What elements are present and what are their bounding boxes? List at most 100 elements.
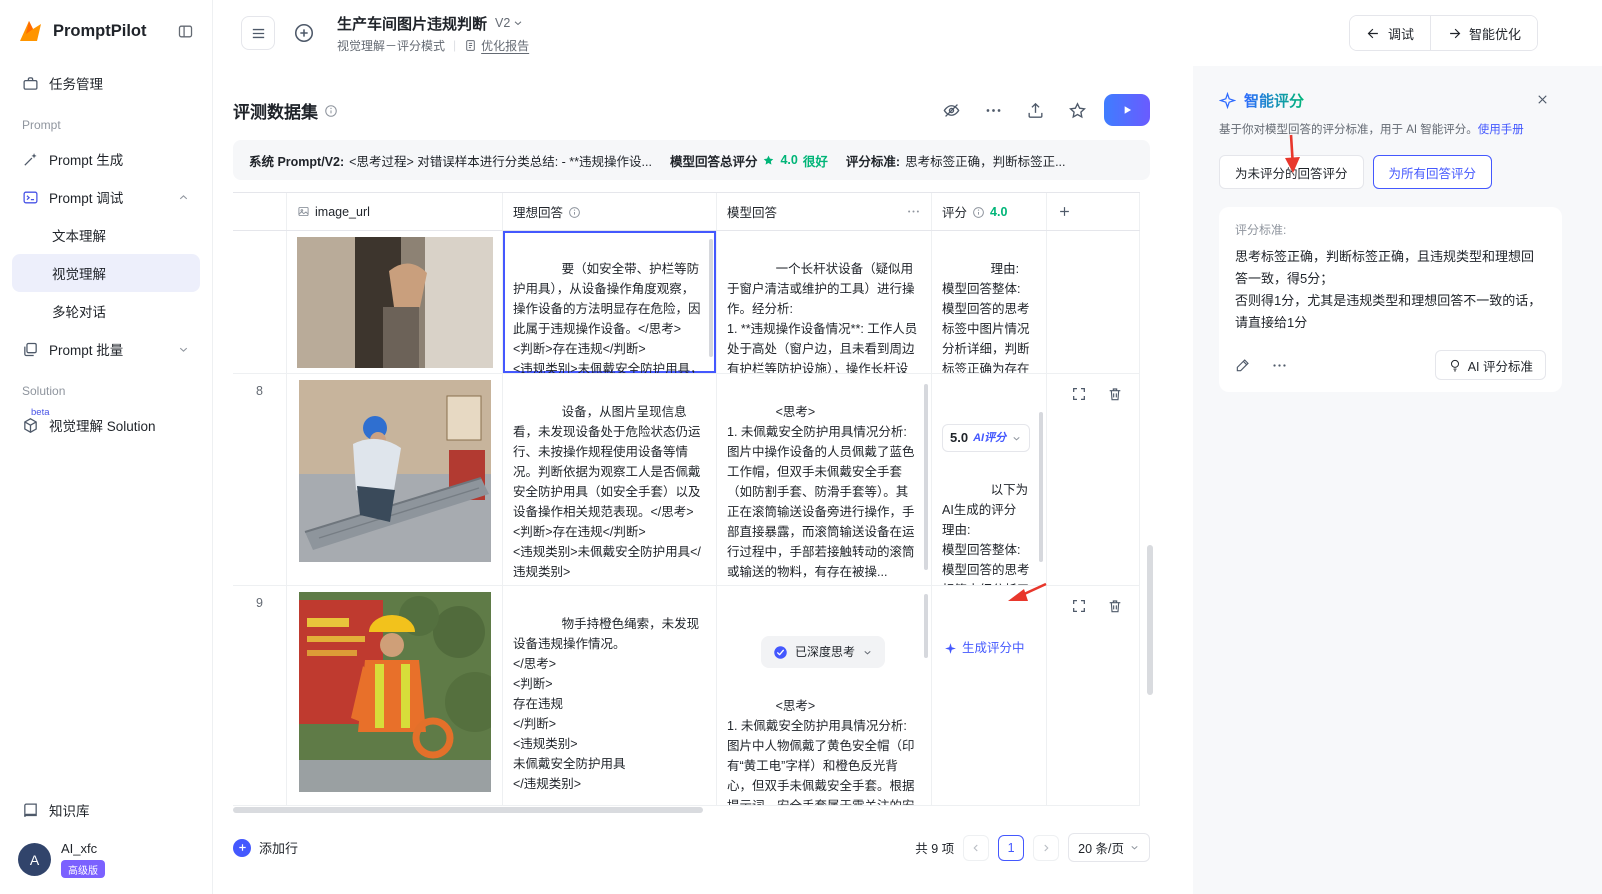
column-more-icon[interactable] [906,204,921,219]
score-cell[interactable]: 生成评分中 [932,586,1047,805]
sidebar-item-tasks[interactable]: 任务管理 [12,64,200,102]
info-icon[interactable] [972,206,985,219]
menu-button[interactable] [241,16,275,50]
hide-columns-button[interactable] [936,95,966,125]
manual-link[interactable]: 使用手册 [1478,124,1524,136]
beta-badge: beta [31,406,50,418]
column-header-ideal[interactable]: 理想回答 [503,193,717,230]
overall-score-label: 模型回答总评分 [669,154,758,169]
dataset-table: image_url 理想回答 模型回答 评分 4.0 要（如安全带、护栏等防护用… [233,192,1153,815]
add-column-header[interactable] [1047,193,1140,230]
ai-criteria-button[interactable]: AI 评分标准 [1434,350,1546,380]
criteria-label: 评分标准: [845,154,901,169]
column-header-model[interactable]: 模型回答 [717,193,932,230]
horizontal-scrollbar-thumb[interactable] [233,807,703,813]
ideal-answer-cell[interactable]: 设备，从图片呈现信息看，未发现设备处于危险状态仍运行、未按操作规程使用设备等情况… [503,374,717,585]
smart-optimize-button[interactable]: 智能优化 [1429,16,1537,50]
model-answer-cell[interactable]: <思考> 1. 未佩戴安全防护用具情况分析: 图片中操作设备的人员佩戴了蓝色工作… [717,374,932,585]
debug-button-label: 调试 [1387,26,1414,42]
generating-score-status[interactable]: 生成评分中 [942,634,1034,658]
generating-score-label: 生成评分中 [962,641,1025,655]
sidebar-collapse-icon[interactable] [177,23,194,40]
dataset-image [296,237,493,368]
version-label: V2 [495,16,511,30]
criteria-more-icon[interactable] [1271,357,1288,374]
ideal-answer-text: 设备，从图片呈现信息看，未发现设备处于危险状态仍运行、未按操作规程使用设备等情况… [513,405,701,579]
column-label: 模型回答 [727,206,778,220]
sidebar-item-prompt-debug[interactable]: Prompt 调试 [12,178,200,216]
chevron-down-icon[interactable] [177,343,190,356]
sidebar-item-label: 视觉理解 [52,267,106,282]
table-header-row: image_url 理想回答 模型回答 评分 4.0 [233,193,1140,231]
delete-row-icon[interactable] [1107,386,1123,402]
promptpilot-logo-icon [18,18,44,44]
model-answer-cell[interactable]: 已深度思考 <思考> 1. 未佩戴安全防护用具情况分析: 图片中人物佩戴了黄色安… [717,586,932,805]
expand-row-icon[interactable] [1071,386,1087,402]
run-button[interactable] [1104,94,1150,126]
more-actions-button[interactable] [978,95,1008,125]
cell-scrollbar[interactable] [709,239,713,357]
dataset-image [298,380,491,562]
terminal-icon [22,189,39,206]
criteria-preview-group: 评分标准: 思考标签正确，判断标签正... [846,151,1066,170]
edit-criteria-icon[interactable] [1235,357,1251,373]
next-page-button[interactable] [1033,834,1060,861]
ideal-answer-cell[interactable]: 物手持橙色绳索，未发现设备违规操作情况。 </思考> <判断> 存在违规 </判… [503,586,717,805]
table-row: 9 物手持橙色绳索，未发现设备违规操作情况。 </思考> <判断> 存在违规 <… [233,586,1140,806]
cell-scrollbar[interactable] [924,384,928,570]
column-header-image[interactable]: image_url [287,193,503,230]
app-title: PromptPilot [53,21,147,40]
smart-optimize-label: 智能优化 [1468,26,1521,42]
page-number[interactable]: 1 [998,834,1025,861]
expand-row-icon[interactable] [1071,598,1087,614]
score-selector[interactable]: 5.0 AI评分 [942,424,1031,452]
version-selector[interactable]: V2 [495,16,524,30]
row-image-cell[interactable] [287,374,503,585]
debug-button[interactable]: 调试 [1349,16,1430,50]
delete-row-icon[interactable] [1107,598,1123,614]
sidebar-item-multi-turn[interactable]: 多轮对话 [12,292,200,330]
sidebar-item-prompt-gen[interactable]: Prompt 生成 [12,140,200,178]
user-account[interactable]: A AI_xfc 高级版 [12,829,200,878]
column-header-score[interactable]: 评分 4.0 [932,193,1047,230]
row-image-cell[interactable] [287,231,503,373]
chevron-up-icon[interactable] [177,191,190,204]
ai-criteria-label: AI 评分标准 [1467,359,1533,374]
new-task-button[interactable] [287,16,321,50]
ideal-answer-cell[interactable]: 要（如安全带、护栏等防护用具），从设备操作角度观察，操作设备的方法明显存在危险，… [503,231,717,373]
deep-think-toggle[interactable]: 已深度思考 [760,636,885,668]
score-unscored-button[interactable]: 为未评分的回答评分 [1219,155,1364,189]
favorite-button[interactable] [1062,95,1092,125]
optimize-report-link[interactable]: 优化报告 [464,37,529,54]
close-icon[interactable] [1535,92,1550,107]
page-size-selector[interactable]: 20 条/页 [1068,833,1150,862]
criteria-card: 评分标准: 思考标签正确，判断标签正确，且违规类型和理想回答一致，得5分； 否则… [1219,207,1562,392]
system-prompt-summary[interactable]: 系统 Prompt/V2: <思考过程> 对错误样本进行分类总结: - **违规… [249,151,652,170]
model-answer-cell[interactable]: 一个长杆状设备（疑似用于窗户清洁或维护的工具）进行操作。经分析: 1. **违规… [717,231,932,373]
briefcase-icon [22,75,39,92]
row-image-cell[interactable] [287,586,503,805]
cell-scrollbar[interactable] [1039,412,1043,562]
add-row-button[interactable]: 添加行 [233,838,298,857]
score-cell[interactable]: 理由: 模型回答整体: 模型回答的思考标签中图片情况分析详细，判断标签正确为存在… [932,231,1047,373]
add-row-label: 添加行 [259,841,299,856]
score-all-button[interactable]: 为所有回答评分 [1372,155,1493,189]
sidebar-item-knowledge-base[interactable]: 知识库 [12,791,200,829]
sidebar-item-prompt-batch[interactable]: Prompt 批量 [12,330,200,368]
score-cell[interactable]: 5.0 AI评分 以下为AI生成的评分 理由: 模型回答整体: 模型回答的思考标… [932,374,1047,585]
info-icon[interactable] [568,206,581,219]
row-actions-cell [1047,586,1140,805]
row-actions-cell [1047,374,1140,585]
sidebar-item-text-understanding[interactable]: 文本理解 [12,216,200,254]
cell-scrollbar[interactable] [924,594,928,658]
chevron-down-icon [1013,436,1020,441]
deep-think-label: 已深度思考 [794,645,855,659]
upload-button[interactable] [1020,95,1050,125]
sidebar-item-visual-understanding[interactable]: 视觉理解 [12,254,200,292]
info-icon[interactable] [324,104,338,118]
prev-page-button[interactable] [963,834,990,861]
task-title: 生产车间图片违规判断 [337,15,488,33]
sidebar-item-visual-solution[interactable]: beta 视觉理解 Solution [12,406,200,444]
vertical-scrollbar-thumb[interactable] [1147,545,1153,695]
